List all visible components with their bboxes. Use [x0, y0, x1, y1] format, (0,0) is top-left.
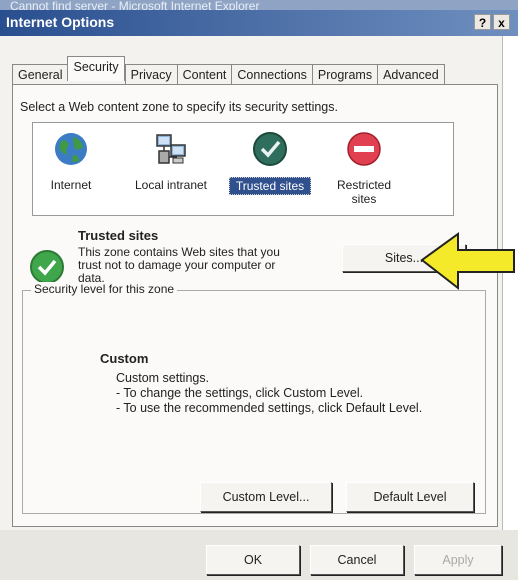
zone-local-intranet[interactable]: Local intranet	[121, 131, 221, 193]
tab-programs[interactable]: Programs	[311, 64, 378, 85]
description-line: Custom settings.	[116, 371, 210, 385]
custom-level-button[interactable]: Custom Level...	[200, 482, 332, 512]
restricted-icon	[346, 131, 382, 167]
zone-prompt: Select a Web content zone to specify its…	[20, 100, 338, 114]
zone-name: Trusted sites	[78, 228, 159, 243]
window-title: Internet Options	[6, 14, 115, 30]
checkmark-icon	[30, 250, 64, 284]
cancel-button[interactable]: Cancel	[310, 545, 404, 575]
tab-security[interactable]: Security	[67, 56, 125, 81]
tab-connections[interactable]: Connections	[231, 64, 312, 85]
tab-privacy[interactable]: Privacy	[124, 64, 177, 85]
trusted-check-icon	[252, 131, 288, 167]
background-window-strip	[502, 36, 518, 580]
title-bar: Internet Options ? x	[0, 10, 518, 36]
zone-label: Local intranet	[134, 178, 208, 192]
zone-label: Restricted sites	[336, 178, 392, 206]
apply-button[interactable]: Apply	[414, 545, 502, 575]
annotation-arrow-icon	[420, 232, 515, 291]
description-line: - To change the settings, click Custom L…	[116, 386, 364, 400]
help-button[interactable]: ?	[474, 14, 491, 30]
zone-label: Trusted sites	[229, 177, 311, 195]
security-level-description: Custom settings. - To change the setting…	[116, 371, 422, 416]
default-level-button[interactable]: Default Level	[346, 482, 474, 512]
close-button[interactable]: x	[493, 14, 510, 30]
zone-description: This zone contains Web sites that you tr…	[78, 245, 280, 285]
security-level-label: Security level for this zone	[31, 282, 178, 296]
tab-content[interactable]: Content	[176, 64, 232, 85]
ok-button[interactable]: OK	[206, 545, 300, 575]
network-computers-icon	[153, 131, 189, 167]
tab-general[interactable]: General	[12, 64, 68, 85]
zone-restricted-sites[interactable]: Restricted sites	[329, 131, 399, 207]
security-level-name: Custom	[100, 351, 149, 366]
zone-internet[interactable]: Internet	[41, 131, 101, 193]
zone-label: Internet	[50, 178, 92, 192]
globe-icon	[53, 131, 89, 167]
zone-list: Internet Local intranet Trusted sites Re…	[32, 122, 454, 216]
description-line: - To use the recommended settings, click…	[116, 401, 423, 415]
tab-advanced[interactable]: Advanced	[377, 64, 445, 85]
tab-strip: General Security Privacy Content Connect…	[12, 56, 445, 85]
zone-trusted-sites[interactable]: Trusted sites	[229, 131, 311, 195]
